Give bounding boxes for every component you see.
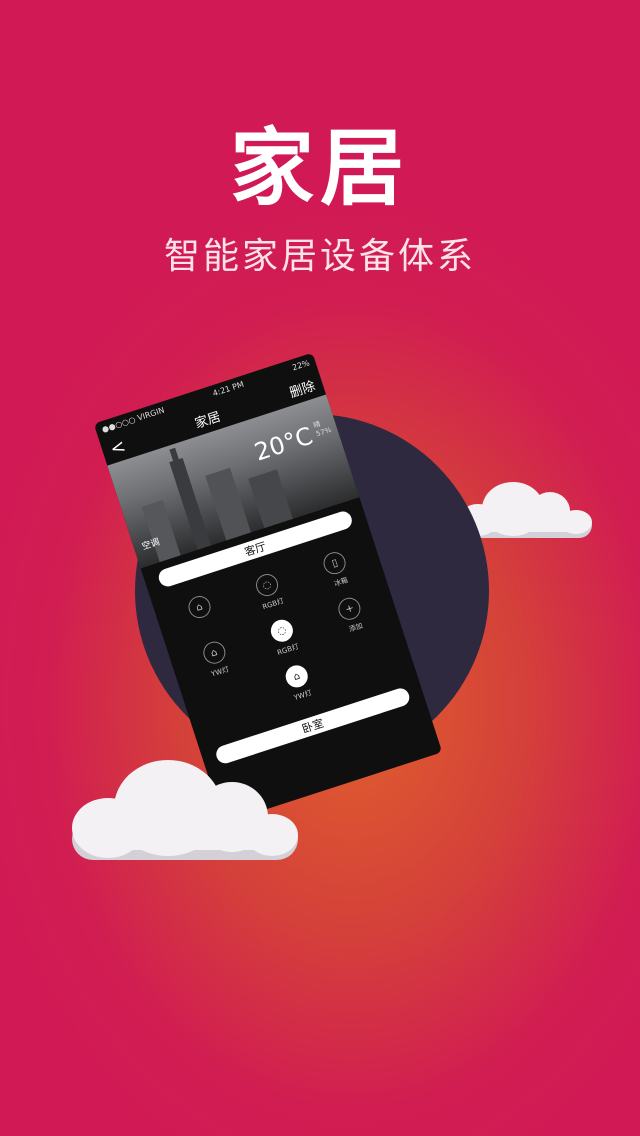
lamp-icon: ⌂ [185,593,214,621]
device-item[interactable]: ⌂ [163,586,241,642]
fridge-icon: ▯ [321,549,349,577]
page-subtitle: 智能家居设备体系 [163,236,476,277]
lamp-icon: ⌂ [200,638,228,667]
device-item[interactable]: ◌ RGB灯 [245,609,323,665]
lamp-icon: ⌂ [282,662,311,691]
delete-button[interactable]: 删除 [286,375,317,400]
nav-title: 家居 [193,409,223,432]
bulb-icon: ◌ [253,571,281,599]
back-icon[interactable]: < [107,435,128,460]
weather-detail: 晴 57% [312,419,333,439]
device-item[interactable]: ⌂ YW灯 [177,632,255,688]
temperature-label: 20°C [251,421,317,467]
device-item[interactable]: ▯ 冰箱 [298,542,376,598]
device-item[interactable]: + 添加 [313,587,391,643]
plus-icon: + [335,594,364,623]
device-item[interactable]: ◌ RGB灯 [230,564,308,620]
cloud-left [70,758,300,862]
bulb-icon: ◌ [268,616,296,645]
page-title: 家居 [229,119,410,217]
device-item[interactable]: ⌂ YW灯 [260,655,338,711]
